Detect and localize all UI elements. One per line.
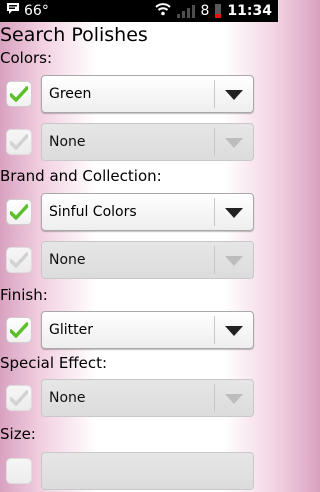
signal-icon — [176, 4, 195, 18]
check-icon — [10, 204, 28, 220]
brand-secondary-checkbox[interactable] — [6, 247, 32, 273]
finish-primary-checkbox[interactable] — [6, 317, 32, 343]
brand-label: Brand and Collection: — [0, 167, 162, 185]
color-secondary-checkbox[interactable] — [6, 129, 32, 155]
finish-primary-row: Glitter — [0, 311, 278, 351]
color-secondary-row: None — [0, 123, 278, 163]
brand-primary-row: Sinful Colors — [0, 193, 278, 233]
color-primary-value: Green — [49, 86, 92, 102]
color-primary-checkbox[interactable] — [6, 81, 32, 107]
dropdown-divider — [214, 128, 215, 156]
chevron-down-icon — [225, 326, 243, 336]
chevron-down-icon — [225, 394, 243, 404]
dropdown-divider — [214, 198, 215, 226]
status-right: 8 11:34 — [154, 2, 272, 20]
status-left: 66° — [6, 2, 49, 19]
page-title: Search Polishes — [0, 24, 148, 46]
special-effect-dropdown[interactable]: None — [41, 379, 254, 417]
dropdown-divider — [214, 316, 215, 344]
chevron-down-icon — [225, 208, 243, 218]
color-primary-dropdown[interactable]: Green — [41, 75, 254, 113]
wifi-icon — [154, 2, 171, 20]
brand-primary-dropdown[interactable]: Sinful Colors — [41, 193, 254, 231]
finish-label: Finish: — [0, 286, 48, 304]
size-checkbox[interactable] — [6, 458, 32, 484]
color-secondary-dropdown[interactable]: None — [41, 123, 254, 161]
chevron-down-icon — [225, 90, 243, 100]
special-effect-checkbox[interactable] — [6, 385, 32, 411]
message-icon — [6, 2, 20, 19]
dropdown-divider — [214, 246, 215, 274]
check-icon — [10, 86, 28, 102]
size-label: Size: — [0, 425, 36, 443]
brand-primary-checkbox[interactable] — [6, 199, 32, 225]
check-icon — [10, 134, 28, 150]
dropdown-divider — [214, 80, 215, 108]
color-secondary-value: None — [49, 134, 86, 150]
temperature-text: 66° — [24, 2, 49, 19]
status-bar: 66° 8 11:34 — [0, 0, 278, 22]
dropdown-divider — [214, 384, 215, 412]
colors-label: Colors: — [0, 49, 53, 67]
signal-digit: 8 — [200, 3, 210, 19]
chevron-down-icon — [225, 138, 243, 148]
check-icon — [10, 322, 28, 338]
finish-primary-value: Glitter — [49, 322, 93, 338]
special-effect-value: None — [49, 390, 86, 406]
brand-secondary-value: None — [49, 252, 86, 268]
clock-time: 11:34 — [227, 3, 272, 19]
brand-secondary-row: None — [0, 241, 278, 281]
special-effect-row: None — [0, 379, 278, 419]
battery-icon — [215, 4, 222, 18]
size-dropdown[interactable] — [41, 452, 254, 490]
brand-secondary-dropdown[interactable]: None — [41, 241, 254, 279]
chevron-down-icon — [225, 256, 243, 266]
finish-primary-dropdown[interactable]: Glitter — [41, 311, 254, 349]
check-icon — [10, 390, 28, 406]
special-effect-label: Special Effect: — [0, 354, 108, 372]
check-icon — [10, 252, 28, 268]
color-primary-row: Green — [0, 75, 278, 115]
brand-primary-value: Sinful Colors — [49, 204, 137, 220]
size-row — [0, 452, 278, 492]
